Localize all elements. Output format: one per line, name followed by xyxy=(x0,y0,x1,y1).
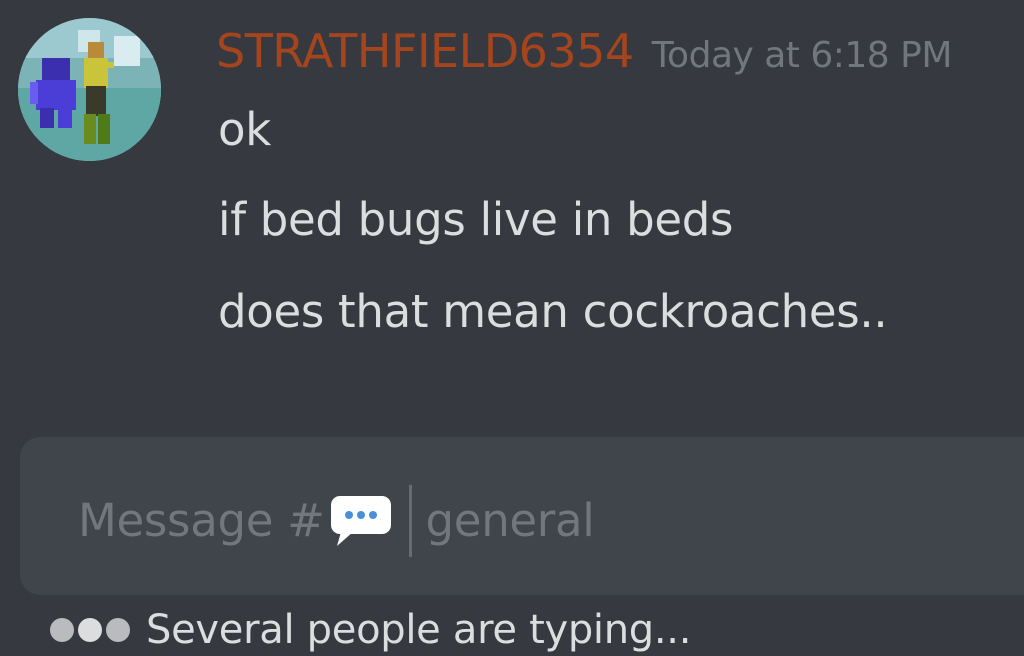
message-composer[interactable]: Message # general xyxy=(20,437,1024,595)
typing-dots-icon xyxy=(50,618,134,642)
avatar[interactable] xyxy=(18,18,161,161)
chat-view: STRATHFIELD6354 Today at 6:18 PM ok if be… xyxy=(0,0,1024,656)
typing-text: Several people are typing... xyxy=(146,607,692,653)
avatar-image xyxy=(18,18,161,161)
message-line: if bed bugs live in beds xyxy=(218,193,734,246)
message-line: ok xyxy=(218,103,271,156)
speech-bubble-icon xyxy=(327,492,395,550)
timestamp[interactable]: Today at 6:18 PM xyxy=(652,35,953,76)
placeholder-prefix: Message # xyxy=(78,494,325,547)
typing-indicator: Several people are typing... xyxy=(50,602,691,656)
placeholder-channel: general xyxy=(425,494,595,547)
message-line: does that mean cockroaches.. xyxy=(218,285,888,338)
username[interactable]: STRATHFIELD6354 xyxy=(216,24,634,78)
message-input[interactable]: Message # general xyxy=(78,485,595,557)
message-header: STRATHFIELD6354 Today at 6:18 PM xyxy=(216,22,952,85)
text-cursor xyxy=(408,485,412,557)
